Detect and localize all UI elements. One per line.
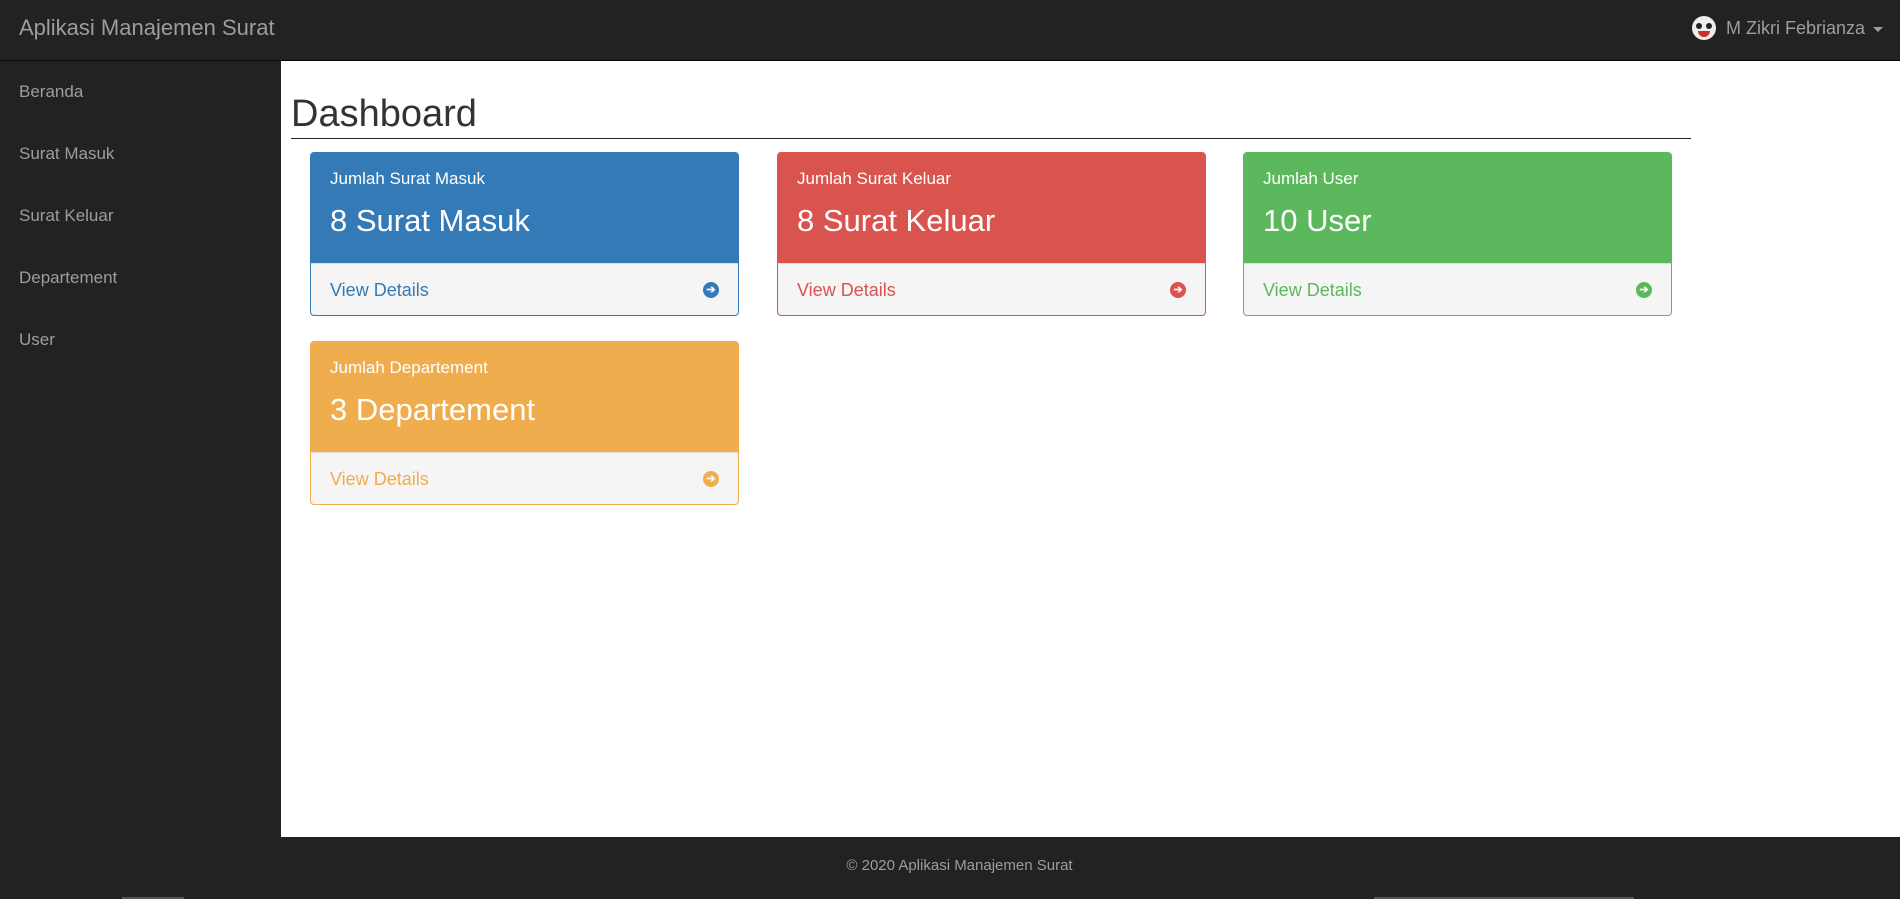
page-footer: © 2020 Aplikasi Manajemen Surat bbox=[0, 837, 1900, 899]
panel-heading: Jumlah Surat Masuk 8 Surat Masuk bbox=[311, 153, 738, 263]
arrow-circle-right-icon: ➔ bbox=[703, 282, 719, 298]
top-navbar: Aplikasi Manajemen Surat M Zikri Febrian… bbox=[0, 0, 1900, 61]
app-brand-link[interactable]: Aplikasi Manajemen Surat bbox=[19, 15, 275, 41]
view-details-link[interactable]: View Details ➔ bbox=[778, 263, 1205, 315]
panel-surat-masuk: Jumlah Surat Masuk 8 Surat Masuk View De… bbox=[310, 152, 739, 316]
caret-down-icon bbox=[1873, 26, 1883, 32]
panel-caption: Jumlah Surat Masuk bbox=[330, 169, 485, 188]
view-details-label: View Details bbox=[330, 279, 429, 300]
user-name-label: M Zikri Febrianza bbox=[1725, 17, 1865, 38]
copyright-text: © 2020 Aplikasi Manajemen Surat bbox=[846, 857, 1073, 874]
panel-caption: Jumlah Departement bbox=[330, 358, 488, 377]
sidebar-item-surat-masuk[interactable]: Surat Masuk bbox=[0, 123, 281, 185]
view-details-label: View Details bbox=[330, 468, 429, 489]
panel-heading: Jumlah Surat Keluar 8 Surat Keluar bbox=[778, 153, 1205, 263]
user-avatar-icon bbox=[1691, 16, 1716, 40]
view-details-label: View Details bbox=[797, 279, 896, 300]
arrow-circle-right-icon: ➔ bbox=[1636, 282, 1652, 298]
view-details-link[interactable]: View Details ➔ bbox=[1244, 263, 1671, 315]
user-menu-dropdown[interactable]: M Zikri Febrianza bbox=[1691, 14, 1883, 42]
panel-heading: Jumlah User 10 User bbox=[1244, 153, 1671, 263]
panel-heading: Jumlah Departement 3 Departement bbox=[311, 342, 738, 452]
arrow-circle-right-icon: ➔ bbox=[1170, 282, 1186, 298]
view-details-link[interactable]: View Details ➔ bbox=[311, 452, 738, 504]
sidebar-item-user[interactable]: User bbox=[0, 309, 281, 371]
sidebar-item-departement[interactable]: Departement bbox=[0, 247, 281, 309]
panel-value: 8 Surat Masuk bbox=[330, 203, 530, 238]
panel-surat-keluar: Jumlah Surat Keluar 8 Surat Keluar View … bbox=[777, 152, 1206, 316]
panel-caption: Jumlah User bbox=[1263, 169, 1359, 188]
page-header: Dashboard bbox=[291, 91, 1691, 139]
panel-value: 3 Departement bbox=[330, 392, 536, 427]
page-title: Dashboard bbox=[291, 93, 477, 135]
view-details-label: View Details bbox=[1263, 279, 1362, 300]
view-details-link[interactable]: View Details ➔ bbox=[311, 263, 738, 315]
panel-caption: Jumlah Surat Keluar bbox=[797, 169, 952, 188]
panel-user: Jumlah User 10 User View Details ➔ bbox=[1243, 152, 1672, 316]
main-content: Dashboard Jumlah Surat Masuk 8 Surat Mas… bbox=[281, 61, 1900, 837]
sidebar-item-beranda[interactable]: Beranda bbox=[0, 61, 281, 123]
panel-value: 10 User bbox=[1263, 203, 1372, 238]
panel-departement: Jumlah Departement 3 Departement View De… bbox=[310, 341, 739, 505]
arrow-circle-right-icon: ➔ bbox=[703, 471, 719, 487]
panel-value: 8 Surat Keluar bbox=[797, 203, 996, 238]
sidebar-nav: Beranda Surat Masuk Surat Keluar Departe… bbox=[0, 61, 281, 837]
sidebar-item-surat-keluar[interactable]: Surat Keluar bbox=[0, 185, 281, 247]
